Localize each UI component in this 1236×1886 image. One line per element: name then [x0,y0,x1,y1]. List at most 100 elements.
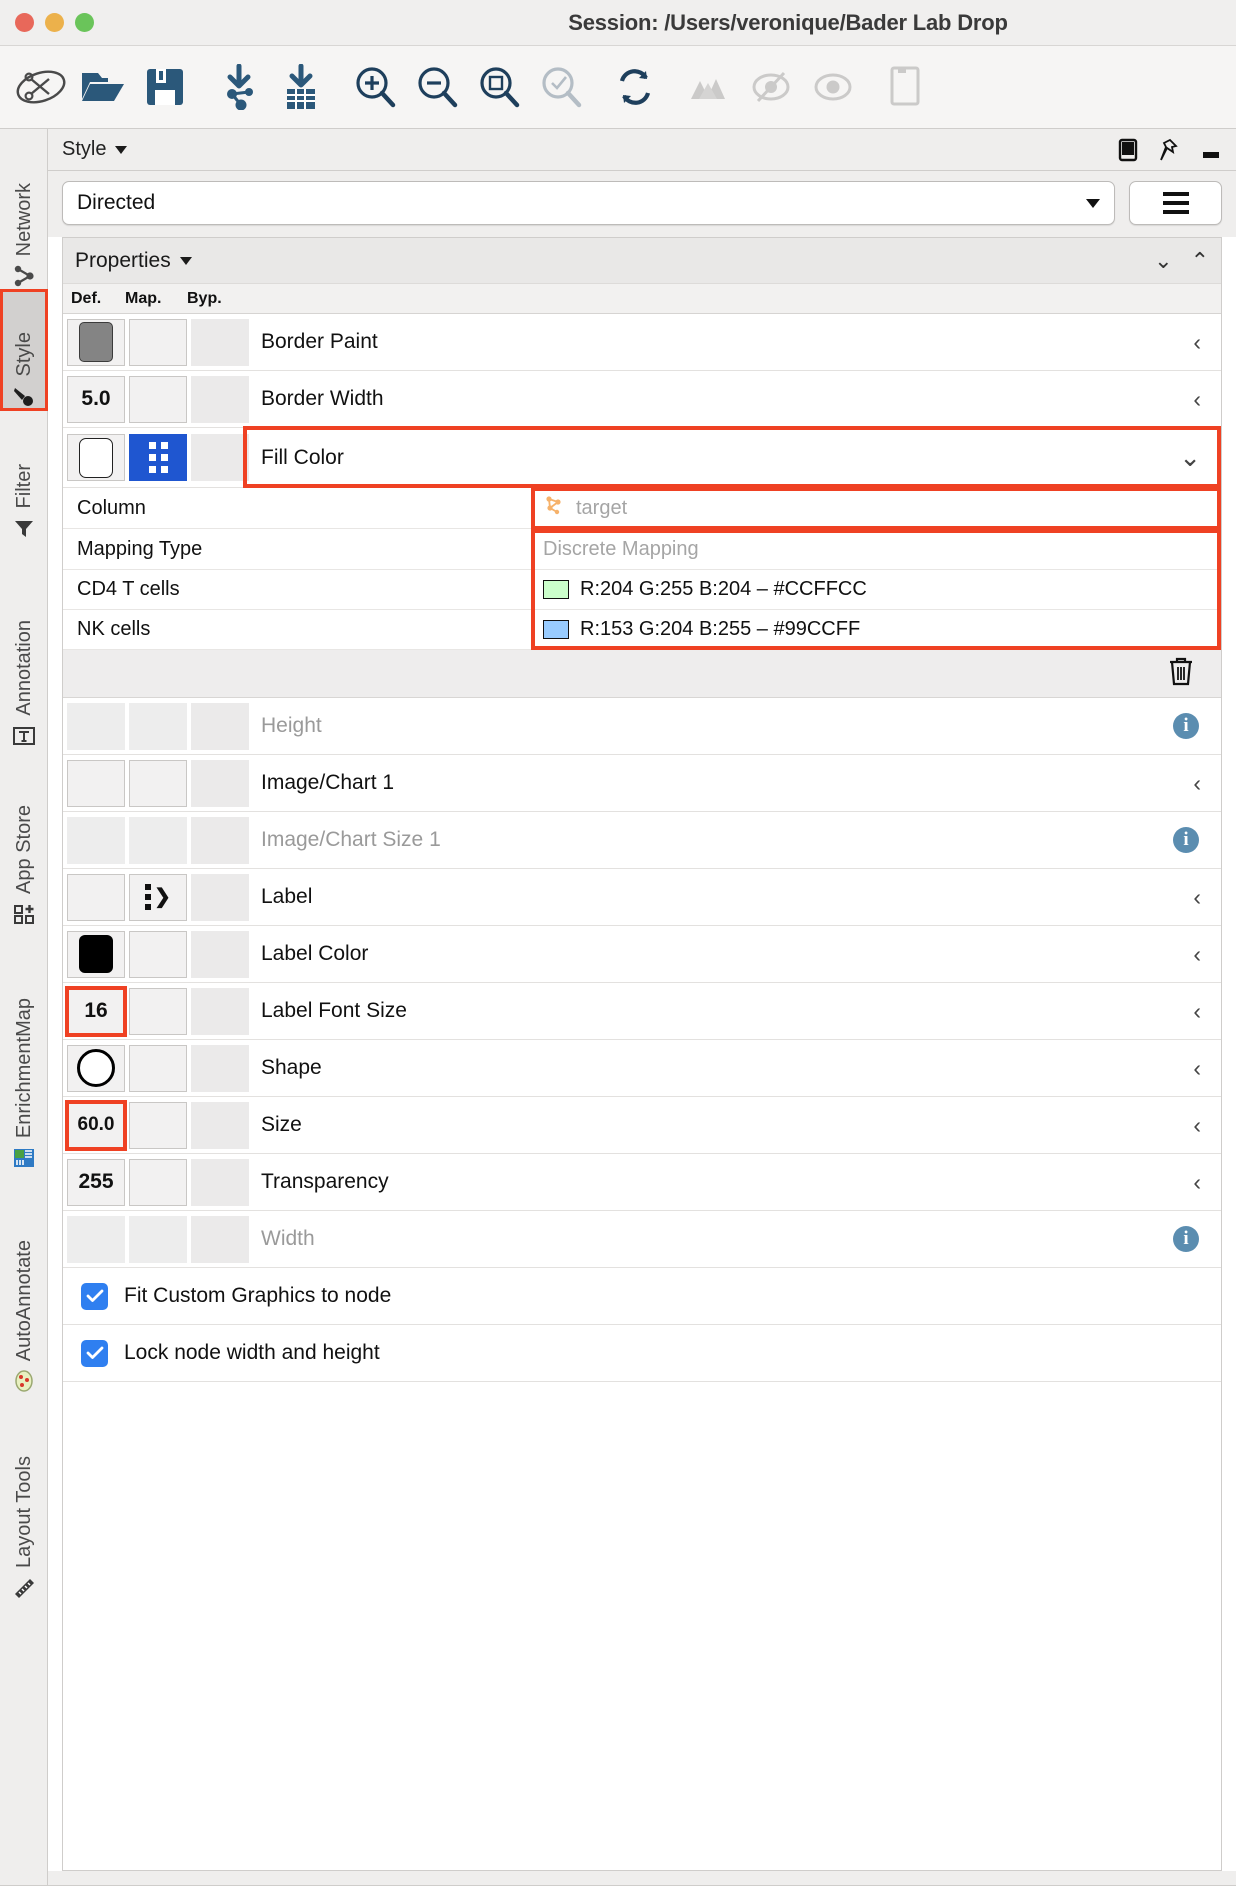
hide-eye-icon[interactable] [740,56,802,118]
mapping-entry-value-cell[interactable]: R:204 G:255 B:204 – #CCFFCC [529,578,1221,601]
sidebar-item-layout-tools[interactable]: Layout Tools [2,1411,46,1601]
expand-arrow-icon[interactable]: ‹ [1193,1169,1201,1196]
byp-cell[interactable] [191,760,249,807]
import-network-icon[interactable] [208,56,270,118]
def-cell[interactable] [67,1045,125,1092]
property-row-label-color[interactable]: Label Color ‹ [63,926,1221,983]
byp-cell[interactable] [191,817,249,864]
chevron-down-icon[interactable]: ⌄ [1179,442,1201,473]
info-icon[interactable]: i [1173,827,1199,853]
export-image-icon[interactable] [876,56,938,118]
pin-panel-icon[interactable] [1158,138,1180,162]
byp-cell[interactable] [191,1102,249,1149]
trash-icon[interactable] [1167,656,1195,691]
map-cell[interactable] [129,988,187,1035]
expand-arrow-icon[interactable]: ‹ [1193,1055,1201,1082]
def-cell[interactable] [67,703,125,750]
byp-cell[interactable] [191,319,249,366]
property-row-image-chart-1[interactable]: Image/Chart 1 ‹ [63,755,1221,812]
def-cell[interactable] [67,874,125,921]
map-cell[interactable] [129,376,187,423]
map-cell[interactable] [129,319,187,366]
minimize-panel-icon[interactable] [1200,138,1222,162]
new-session-icon[interactable] [10,56,72,118]
byp-cell[interactable] [191,874,249,921]
def-cell[interactable]: 255 [67,1159,125,1206]
show-eye-icon[interactable] [802,56,864,118]
def-cell[interactable] [67,319,125,366]
dock-panel-icon[interactable] [1118,138,1138,162]
mapping-entry-row[interactable]: CD4 T cells R:204 G:255 B:204 – #CCFFCC [63,570,1221,610]
chevron-double-up-icon[interactable]: ⌃ [1191,250,1209,272]
save-session-icon[interactable] [134,56,196,118]
property-row-label-font-size[interactable]: 16 Label Font Size ‹ [63,983,1221,1040]
info-icon[interactable]: i [1173,713,1199,739]
sidebar-item-filter[interactable]: Filter [2,419,46,541]
sidebar-item-autoannotate[interactable]: AutoAnnotate [2,1184,46,1394]
def-cell[interactable] [67,760,125,807]
property-row-height[interactable]: Height i [63,698,1221,755]
map-cell[interactable] [129,817,187,864]
map-cell[interactable] [129,1159,187,1206]
def-cell[interactable] [67,1216,125,1263]
map-cell[interactable] [129,760,187,807]
sidebar-item-style[interactable]: Style [2,291,46,409]
def-cell[interactable] [67,817,125,864]
expand-arrow-icon[interactable]: ‹ [1193,770,1201,797]
expand-arrow-icon[interactable]: ‹ [1193,386,1201,413]
map-cell[interactable] [129,931,187,978]
map-cell[interactable] [129,1102,187,1149]
def-cell[interactable]: 60.0 [67,1102,125,1149]
expand-arrow-icon[interactable]: ‹ [1193,998,1201,1025]
map-cell[interactable] [129,434,187,481]
def-cell[interactable]: 5.0 [67,376,125,423]
refresh-icon[interactable] [604,56,666,118]
byp-cell[interactable] [191,1159,249,1206]
map-cell[interactable]: ❯ [129,874,187,921]
byp-cell[interactable] [191,703,249,750]
def-cell[interactable]: 16 [67,988,125,1035]
property-row-shape[interactable]: Shape ‹ [63,1040,1221,1097]
chevron-down-icon[interactable] [115,146,127,154]
hide-home-icon[interactable] [678,56,740,118]
expand-arrow-icon[interactable]: ‹ [1193,941,1201,968]
byp-cell[interactable] [191,376,249,423]
property-row-width[interactable]: Width i [63,1211,1221,1268]
byp-cell[interactable] [191,1216,249,1263]
info-icon[interactable]: i [1173,1226,1199,1252]
mapping-column-value-cell[interactable]: target [529,494,1221,522]
byp-cell[interactable] [191,1045,249,1092]
mapping-entry-row[interactable]: NK cells R:153 G:204 B:255 – #99CCFF [63,610,1221,650]
expand-arrow-icon[interactable]: ‹ [1193,329,1201,356]
style-combo[interactable]: Directed [62,181,1115,225]
property-row-fill-color[interactable]: Fill Color ⌄ [63,428,1221,488]
sidebar-item-app-store[interactable]: App Store [2,759,46,927]
zoom-selected-icon[interactable] [530,56,592,118]
zoom-in-icon[interactable] [344,56,406,118]
byp-cell[interactable] [191,988,249,1035]
map-cell[interactable] [129,703,187,750]
lock-width-height-checkbox[interactable] [81,1340,108,1367]
expand-arrow-icon[interactable]: ‹ [1193,884,1201,911]
property-row-label[interactable]: ❯ Label ‹ [63,869,1221,926]
map-cell[interactable] [129,1045,187,1092]
map-cell[interactable] [129,1216,187,1263]
property-row-image-chart-size-1[interactable]: Image/Chart Size 1 i [63,812,1221,869]
expand-arrow-icon[interactable]: ‹ [1193,1112,1201,1139]
fit-custom-graphics-row[interactable]: Fit Custom Graphics to node [63,1268,1221,1325]
sidebar-item-annotation[interactable]: Annotation [2,549,46,749]
fit-custom-graphics-checkbox[interactable] [81,1283,108,1310]
property-row-transparency[interactable]: 255 Transparency ‹ [63,1154,1221,1211]
property-row-border-paint[interactable]: Border Paint ‹ [63,314,1221,371]
sidebar-item-enrichmentmap[interactable]: EnrichmentMap [2,939,46,1171]
def-cell[interactable] [67,434,125,481]
chevron-double-down-icon[interactable]: ⌄ [1154,250,1172,272]
open-session-icon[interactable] [72,56,134,118]
sidebar-item-network[interactable]: Network [2,137,46,289]
def-cell[interactable] [67,931,125,978]
property-row-size[interactable]: 60.0 Size ‹ [63,1097,1221,1154]
byp-cell[interactable] [191,434,249,481]
byp-cell[interactable] [191,931,249,978]
chevron-down-icon[interactable] [180,257,192,265]
zoom-out-icon[interactable] [406,56,468,118]
